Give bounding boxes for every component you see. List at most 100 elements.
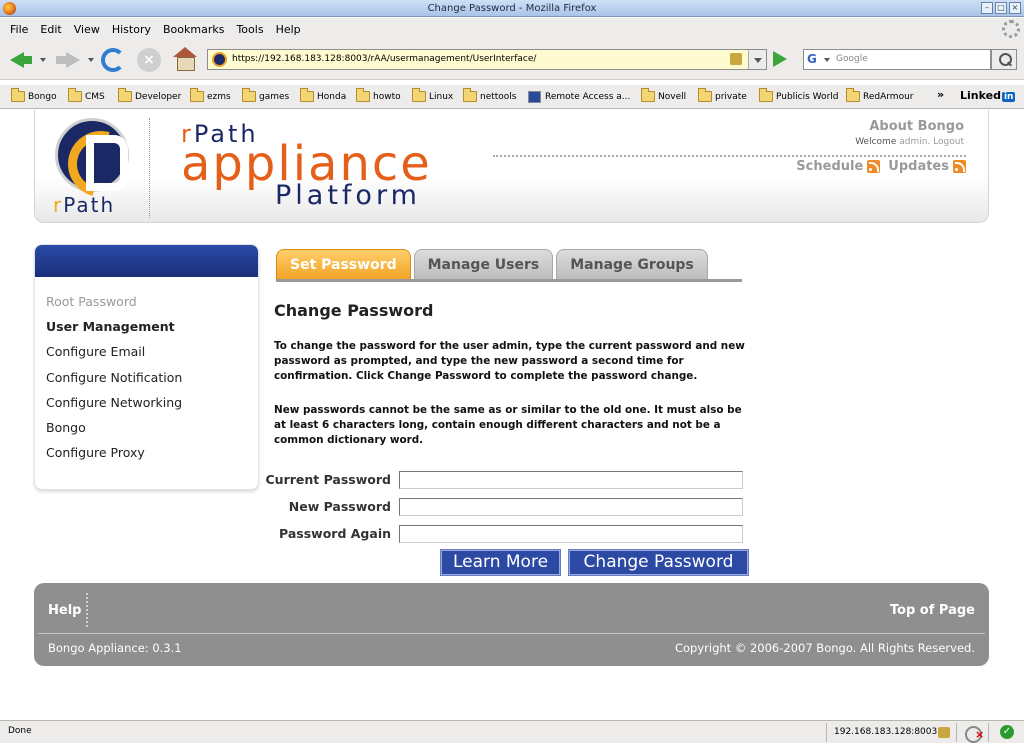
- menu-view[interactable]: View: [68, 23, 106, 36]
- folder-icon: [463, 88, 477, 102]
- status-bar: Done 192.168.183.128:8003: [0, 720, 1024, 743]
- tab-underline: [276, 279, 742, 282]
- sidebar-item-configure-email[interactable]: Configure Email: [46, 342, 258, 367]
- sidebar-item-configure-notification[interactable]: Configure Notification: [46, 368, 258, 393]
- page-icon: [528, 91, 541, 103]
- footer-divider: [86, 593, 88, 627]
- check-ok-icon[interactable]: [988, 723, 1024, 742]
- tab-manage-groups[interactable]: Manage Groups: [556, 249, 708, 279]
- bookmarks-overflow-chevron-icon[interactable]: »: [937, 88, 944, 101]
- go-arrow-icon[interactable]: [773, 51, 787, 67]
- search-magnifier-icon[interactable]: [991, 49, 1017, 70]
- home-icon[interactable]: [173, 47, 197, 71]
- forward-arrow-icon[interactable]: [54, 47, 80, 73]
- schedule-rss-icon[interactable]: [867, 160, 881, 173]
- bookmark-howto[interactable]: howto: [356, 88, 401, 105]
- linkedin-logo[interactable]: Linked in: [960, 89, 1016, 102]
- new-password-label: New Password: [288, 499, 391, 514]
- footer-rule: [38, 633, 985, 634]
- sidebar-item-root-password[interactable]: Root Password: [46, 292, 258, 317]
- header-dotted-line: [493, 155, 966, 157]
- menu-help[interactable]: Help: [270, 23, 307, 36]
- updates-rss-icon[interactable]: [953, 160, 966, 173]
- connection-status-icon[interactable]: [956, 723, 988, 743]
- search-input[interactable]: G Google: [803, 49, 991, 70]
- bookmark-linux[interactable]: Linux: [412, 88, 454, 105]
- bookmark-ezms[interactable]: ezms: [190, 88, 231, 105]
- brand-platform: Platform: [275, 180, 421, 211]
- google-icon[interactable]: G: [807, 52, 822, 67]
- rpath-logo-icon[interactable]: [55, 118, 129, 192]
- version-text: Bongo Appliance: 0.3.1: [48, 641, 182, 655]
- bookmark-developer[interactable]: Developer: [118, 88, 181, 105]
- minimize-button[interactable]: –: [981, 2, 993, 14]
- window-titlebar: Change Password - Mozilla Firefox – □ ×: [0, 0, 1024, 17]
- bookmark-private[interactable]: private: [698, 88, 747, 105]
- search-engine-dropdown-icon[interactable]: [824, 58, 830, 62]
- sidebar-item-configure-networking[interactable]: Configure Networking: [46, 393, 258, 418]
- reload-icon[interactable]: [101, 48, 125, 72]
- sidebar-item-configure-proxy[interactable]: Configure Proxy: [46, 443, 258, 468]
- bookmark-novell[interactable]: Novell: [641, 88, 686, 105]
- page-header: rPath rPath appliance Platform About Bon…: [34, 110, 989, 223]
- logo-r: r: [53, 193, 64, 217]
- bookmark-games[interactable]: games: [242, 88, 289, 105]
- copyright-text: Copyright © 2006-2007 Bongo. All Rights …: [674, 641, 975, 655]
- bookmark-publicis-world[interactable]: Publicis World: [759, 88, 838, 105]
- logo-divider: [149, 118, 150, 218]
- bookmark-label: ezms: [207, 92, 231, 102]
- back-arrow-icon[interactable]: [8, 47, 34, 73]
- lock-icon[interactable]: [730, 53, 742, 65]
- bookmark-label: Bongo: [28, 92, 57, 102]
- bookmark-label: Linux: [429, 92, 454, 102]
- logout-link[interactable]: Logout: [933, 137, 964, 147]
- about-link[interactable]: About Bongo: [869, 119, 964, 134]
- back-history-dropdown-icon[interactable]: [40, 58, 46, 62]
- bookmark-nettools[interactable]: nettools: [463, 88, 517, 105]
- feed-links: Schedule Updates: [796, 159, 970, 174]
- url-text: https://192.168.183.128:8003/rAA/userman…: [232, 54, 537, 64]
- folder-icon: [412, 88, 426, 102]
- sidebar-item-user-management[interactable]: User Management: [46, 317, 258, 342]
- stop-icon[interactable]: ×: [137, 48, 161, 72]
- url-history-dropdown-icon[interactable]: [748, 50, 766, 69]
- forward-history-dropdown-icon[interactable]: [88, 58, 94, 62]
- folder-icon: [698, 88, 712, 102]
- bookmark-honda[interactable]: Honda: [300, 88, 346, 105]
- padlock-icon[interactable]: [938, 727, 950, 738]
- sidebar-header: [35, 245, 258, 277]
- status-host[interactable]: 192.168.183.128:8003: [826, 723, 956, 742]
- menu-history[interactable]: History: [106, 23, 157, 36]
- tab-set-password[interactable]: Set Password: [276, 249, 411, 279]
- menu-bookmarks[interactable]: Bookmarks: [157, 23, 230, 36]
- sidebar-item-bongo[interactable]: Bongo: [46, 418, 258, 443]
- folder-icon: [356, 88, 370, 102]
- change-password-button[interactable]: Change Password: [568, 549, 749, 576]
- bookmark-cms[interactable]: CMS: [68, 88, 105, 105]
- current-password-field[interactable]: [399, 471, 743, 489]
- linkedin-badge: in: [1001, 92, 1016, 102]
- tab-manage-users[interactable]: Manage Users: [413, 249, 554, 279]
- password-again-field[interactable]: [399, 525, 743, 543]
- new-password-field[interactable]: [399, 498, 743, 516]
- welcome-prefix: Welcome: [855, 137, 897, 147]
- top-of-page-link[interactable]: Top of Page: [890, 603, 975, 618]
- throbber-icon: [1002, 20, 1020, 38]
- user-link[interactable]: admin.: [899, 137, 930, 147]
- bookmark-label: RedArmour: [863, 92, 914, 102]
- url-bar[interactable]: https://192.168.183.128:8003/rAA/userman…: [207, 49, 767, 70]
- close-window-button[interactable]: ×: [1009, 2, 1021, 14]
- maximize-button[interactable]: □: [995, 2, 1007, 14]
- menu-edit[interactable]: Edit: [34, 23, 67, 36]
- learn-more-button[interactable]: Learn More: [440, 549, 561, 576]
- menu-bar: File Edit View History Bookmarks Tools H…: [0, 18, 1024, 40]
- bookmark-redarmour[interactable]: RedArmour: [846, 88, 914, 105]
- bookmark-remote-access[interactable]: Remote Access a...: [528, 89, 630, 105]
- updates-link[interactable]: Updates: [888, 159, 949, 174]
- schedule-link[interactable]: Schedule: [796, 159, 863, 174]
- menu-file[interactable]: File: [4, 23, 34, 36]
- requirements-paragraph: New passwords cannot be the same as or s…: [274, 404, 742, 446]
- menu-tools[interactable]: Tools: [230, 23, 269, 36]
- bookmark-bongo[interactable]: Bongo: [11, 88, 57, 105]
- help-link[interactable]: Help: [48, 603, 81, 618]
